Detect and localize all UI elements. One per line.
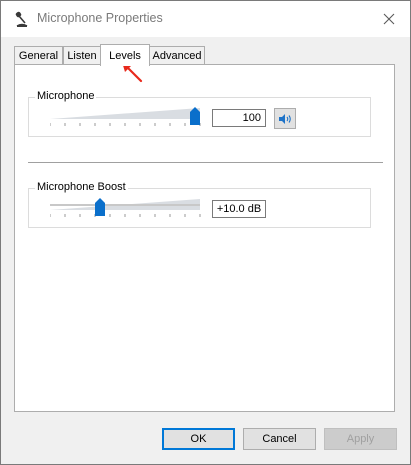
close-button[interactable] bbox=[375, 7, 403, 31]
microphone-label: Microphone bbox=[35, 90, 97, 102]
apply-button[interactable]: Apply bbox=[324, 428, 397, 450]
tab-listen[interactable]: Listen bbox=[63, 46, 101, 65]
slider-ticks bbox=[50, 123, 201, 126]
properties-window: Microphone Properties General Listen Lev… bbox=[0, 0, 411, 465]
microphone-level-field[interactable]: 100 bbox=[212, 109, 266, 127]
microphone-group: Microphone 100 bbox=[28, 90, 371, 137]
ok-button[interactable]: OK bbox=[162, 428, 235, 450]
microphone-icon bbox=[15, 11, 28, 27]
apply-label: Apply bbox=[346, 433, 375, 445]
microphone-level-value: 100 bbox=[242, 112, 261, 124]
microphone-boost-value: +10.0 dB bbox=[216, 203, 262, 215]
tab-advanced-label: Advanced bbox=[152, 50, 202, 62]
microphone-boost-group: Microphone Boost +10.0 dB bbox=[28, 181, 371, 228]
tab-listen-label: Listen bbox=[67, 50, 97, 62]
cancel-label: Cancel bbox=[262, 433, 297, 445]
title-bar: Microphone Properties bbox=[1, 1, 410, 37]
microphone-boost-field[interactable]: +10.0 dB bbox=[212, 200, 266, 218]
window-title: Microphone Properties bbox=[37, 11, 163, 25]
tab-levels-label: Levels bbox=[109, 49, 141, 62]
ok-label: OK bbox=[190, 433, 207, 445]
tab-advanced[interactable]: Advanced bbox=[149, 46, 205, 65]
divider bbox=[28, 162, 383, 163]
speaker-volume-icon bbox=[279, 113, 291, 124]
mute-button[interactable] bbox=[274, 108, 296, 129]
close-icon bbox=[383, 13, 395, 25]
tab-levels[interactable]: Levels bbox=[100, 44, 150, 66]
microphone-boost-label: Microphone Boost bbox=[35, 181, 128, 193]
tab-general[interactable]: General bbox=[14, 46, 63, 65]
levels-panel: Microphone 100 Microphone Boost +10.0 dB bbox=[14, 64, 395, 412]
microphone-slider[interactable] bbox=[50, 104, 210, 128]
microphone-boost-slider[interactable] bbox=[50, 195, 210, 219]
tab-general-label: General bbox=[18, 50, 59, 62]
cancel-button[interactable]: Cancel bbox=[243, 428, 316, 450]
microphone-boost-slider-thumb[interactable] bbox=[95, 198, 105, 216]
